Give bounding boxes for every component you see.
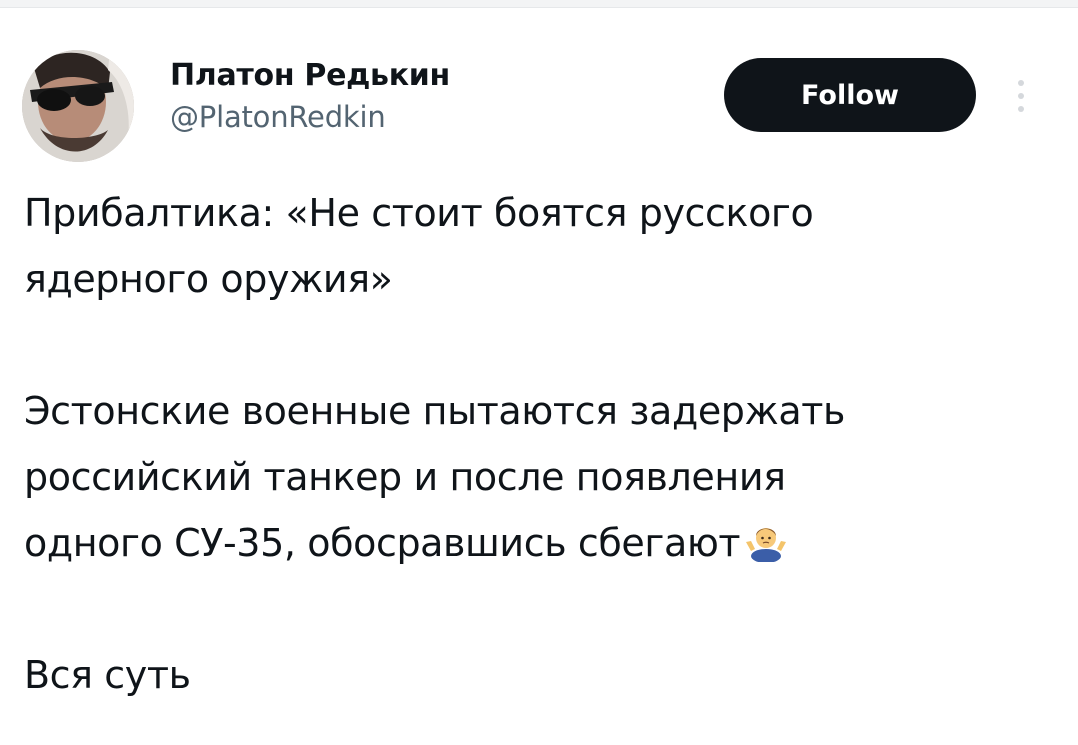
more-dot xyxy=(1018,93,1024,99)
follow-button[interactable]: Follow xyxy=(724,58,976,132)
tweet-line: одного СУ-35, обосравшись сбегают xyxy=(24,521,741,565)
tweet-line: ядерного оружия» xyxy=(24,257,393,301)
display-name[interactable]: Платон Редькин xyxy=(170,58,690,94)
tweet-line: российский танкер и после появления xyxy=(24,455,786,499)
avatar-image xyxy=(22,50,134,162)
avatar[interactable] xyxy=(22,50,134,162)
top-divider xyxy=(0,0,1078,8)
tweet-line: Вся суть xyxy=(24,653,191,697)
more-options-icon[interactable] xyxy=(1010,70,1032,122)
tweet-line-with-emoji: одного СУ-35, обосравшись сбегают xyxy=(24,510,1054,576)
user-handle[interactable]: @PlatonRedkin xyxy=(170,100,690,134)
author-info: Платон Редькин @PlatonRedkin xyxy=(170,58,690,134)
man-shrugging-icon xyxy=(746,528,787,562)
tweet-line: Эстонские военные пытаются задержать xyxy=(24,389,845,433)
tweet-header: Платон Редькин @PlatonRedkin Follow xyxy=(0,8,1078,178)
tweet-line: Прибалтика: «Не стоит боятся русского xyxy=(24,191,814,235)
tweet-text: Прибалтика: «Не стоит боятся русского яд… xyxy=(24,180,1054,708)
more-dot xyxy=(1018,80,1024,86)
more-dot xyxy=(1018,106,1024,112)
